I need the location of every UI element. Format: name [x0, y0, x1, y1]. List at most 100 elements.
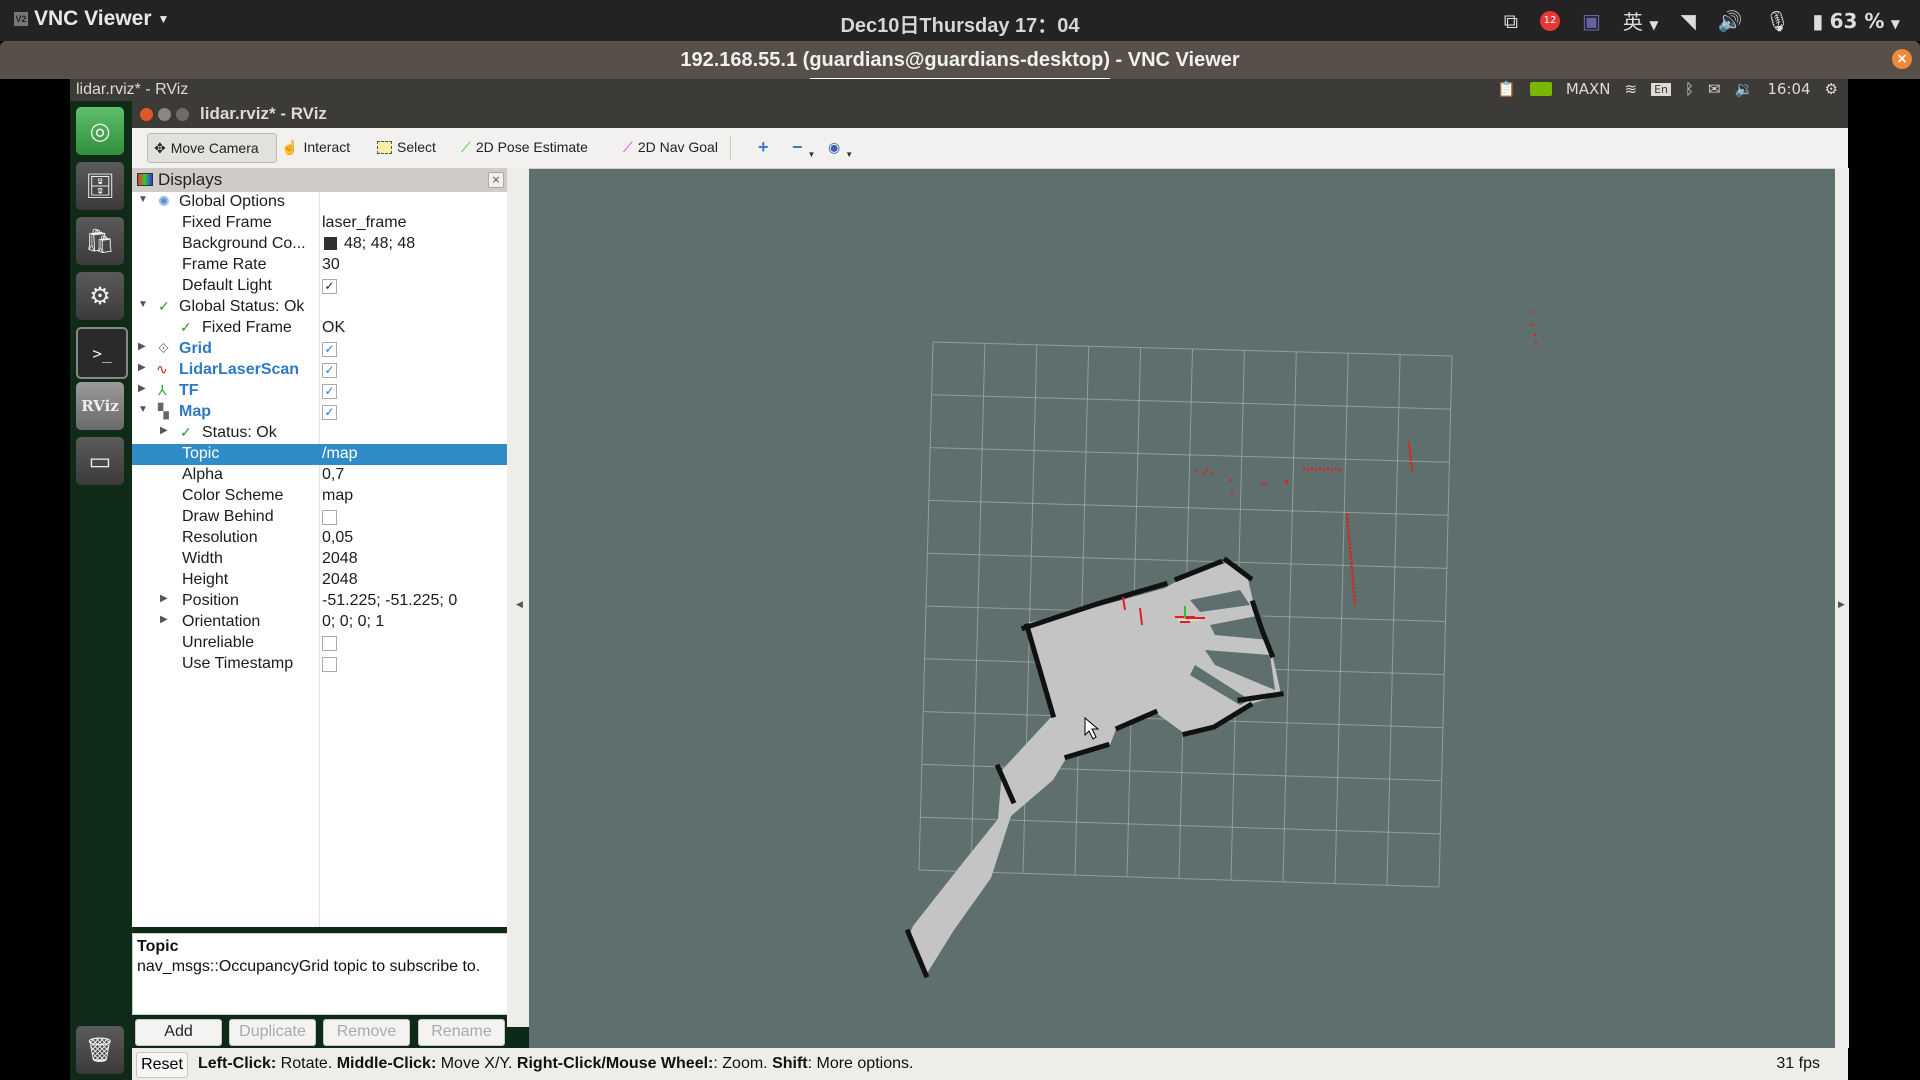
system-settings-icon[interactable]: ⚙	[76, 272, 124, 320]
tree-row-orientation[interactable]: ▶ Orientation 0; 0; 0; 1	[132, 612, 507, 633]
mic-muted-icon[interactable]: 🎙	[1765, 9, 1790, 33]
tree-row-unreliable[interactable]: Unreliable	[132, 633, 507, 654]
tree-row-width[interactable]: Width 2048	[132, 549, 507, 570]
tree-row-use-timestamp[interactable]: Use Timestamp	[132, 654, 507, 675]
software-center-icon[interactable]: 🛍	[76, 217, 124, 265]
rename-display-button[interactable]: Rename	[418, 1019, 505, 1046]
row-value[interactable]: /map	[322, 445, 358, 463]
expand-arrow-icon[interactable]: ▶	[160, 425, 168, 436]
tree-row-map[interactable]: ▼ ▚ Map ✓	[132, 402, 507, 423]
power-mode-label[interactable]: MAXN	[1566, 80, 1611, 98]
expand-arrow-icon[interactable]: ▶	[160, 593, 168, 604]
rviz-titlebar[interactable]: lidar.rviz* - RViz	[132, 101, 1848, 128]
tree-row-resolution[interactable]: Resolution 0,05	[132, 528, 507, 549]
close-icon[interactable]: ×	[1892, 49, 1912, 69]
grid-enabled-checkbox[interactable]: ✓	[322, 342, 337, 357]
expand-arrow-icon[interactable]: ▶	[138, 341, 146, 352]
row-value[interactable]: 0,7	[322, 466, 344, 484]
default-light-checkbox[interactable]: ✓	[322, 279, 337, 294]
tree-row-grid[interactable]: ▶ ⟐ Grid ✓	[132, 339, 507, 360]
window-maximize-button[interactable]	[176, 108, 189, 121]
tree-row-topic[interactable]: Topic /map	[132, 444, 507, 465]
rviz-icon[interactable]: RViz	[76, 382, 124, 430]
trash-icon[interactable]: 🗑	[76, 1026, 124, 1074]
expand-arrow-icon[interactable]: ▶	[160, 614, 168, 625]
collapse-left-icon[interactable]: ◀	[516, 600, 523, 610]
reset-button[interactable]: Reset	[136, 1052, 188, 1078]
move-camera-tool[interactable]: ✥ Move Camera	[147, 133, 277, 163]
teams-icon[interactable]: ▣	[1582, 9, 1601, 33]
panel-splitter[interactable]	[507, 168, 529, 1027]
tree-row-fixed-frame[interactable]: Fixed Frame laser_frame	[132, 213, 507, 234]
tree-row-color-scheme[interactable]: Color Scheme map	[132, 486, 507, 507]
window-minimize-button[interactable]	[158, 108, 171, 121]
tree-row-height[interactable]: Height 2048	[132, 570, 507, 591]
vnc-window-titlebar[interactable]: 192.168.55.1 (guardians@guardians-deskto…	[0, 41, 1920, 79]
tf-enabled-checkbox[interactable]: ✓	[322, 384, 337, 399]
window-close-button[interactable]	[140, 108, 153, 121]
draw-behind-checkbox[interactable]	[322, 510, 337, 525]
remove-tool-button[interactable]: − ▼	[786, 133, 821, 161]
color-swatch[interactable]	[324, 237, 337, 250]
tree-row-background-color[interactable]: Background Co... 48; 48; 48	[132, 234, 507, 255]
battery-indicator[interactable]: ▮ 63 % ▼	[1812, 9, 1900, 33]
nvidia-icon[interactable]	[1529, 82, 1552, 96]
render-view[interactable]	[529, 169, 1835, 1048]
tree-row-global-options[interactable]: ▼ ✺ Global Options	[132, 192, 507, 213]
row-value[interactable]: map	[322, 487, 353, 505]
scene-canvas[interactable]	[529, 169, 1835, 1048]
tree-row-lidar-laser-scan[interactable]: ▶ ∿ LidarLaserScan ✓	[132, 360, 507, 381]
keyboard-layout[interactable]: En	[1651, 82, 1672, 96]
screens-icon[interactable]: ⧉	[1504, 9, 1518, 33]
drive-icon[interactable]: ▭	[76, 437, 124, 485]
duplicate-display-button[interactable]: Duplicate	[229, 1019, 316, 1046]
files-icon[interactable]: 🗄	[76, 162, 124, 210]
interact-tool[interactable]: ☝ Interact	[275, 133, 356, 161]
remote-clock[interactable]: 16:04	[1767, 80, 1810, 98]
expand-right-icon[interactable]: ▶	[1838, 600, 1845, 610]
volume-icon[interactable]: 🔉	[1735, 80, 1754, 98]
close-icon[interactable]: ×	[488, 172, 504, 188]
add-tool-button[interactable]: +	[752, 133, 775, 161]
expand-arrow-icon[interactable]: ▶	[138, 383, 146, 394]
use-timestamp-checkbox[interactable]	[322, 657, 337, 672]
gear-icon[interactable]: ⚙	[1825, 80, 1838, 98]
tree-row-draw-behind[interactable]: Draw Behind	[132, 507, 507, 528]
tree-row-global-status[interactable]: ▼ ✓ Global Status: Ok	[132, 297, 507, 318]
tree-row-tf[interactable]: ▶ ⅄ TF ✓	[132, 381, 507, 402]
check-icon: ✓	[158, 298, 170, 314]
row-value[interactable]: 30	[322, 256, 340, 274]
tree-row-status-fixed-frame[interactable]: ✓ Fixed Frame OK	[132, 318, 507, 339]
expand-arrow-icon[interactable]: ▼	[138, 194, 148, 205]
ubuntu-dash-icon[interactable]: ◎	[76, 107, 124, 155]
wifi-icon[interactable]: ≋	[1625, 80, 1638, 98]
select-tool[interactable]: Select	[371, 133, 442, 161]
volume-icon[interactable]: 🔊	[1718, 9, 1743, 33]
remove-display-button[interactable]: Remove	[323, 1019, 410, 1046]
wifi-icon[interactable]: ◥	[1681, 9, 1696, 33]
row-value[interactable]: 48; 48; 48	[344, 235, 415, 253]
tree-row-position[interactable]: ▶ Position -51.225; -51.225; 0	[132, 591, 507, 612]
laser-scan-enabled-checkbox[interactable]: ✓	[322, 363, 337, 378]
panels-button[interactable]: ◉ ▼	[822, 133, 859, 161]
tree-row-default-light[interactable]: Default Light ✓	[132, 276, 507, 297]
notification-badge[interactable]: 12	[1540, 10, 1560, 31]
map-enabled-checkbox[interactable]: ✓	[322, 405, 337, 420]
expand-arrow-icon[interactable]: ▶	[138, 362, 146, 373]
tree-row-frame-rate[interactable]: Frame Rate 30	[132, 255, 507, 276]
unreliable-checkbox[interactable]	[322, 636, 337, 651]
bluetooth-icon[interactable]: ᛒ	[1685, 80, 1694, 98]
clipboard-icon[interactable]: 📋	[1497, 80, 1516, 98]
add-display-button[interactable]: Add	[135, 1019, 222, 1046]
expand-arrow-icon[interactable]: ▼	[138, 404, 148, 415]
pose-estimate-tool[interactable]: ⟋ 2D Pose Estimate	[455, 133, 594, 161]
mail-icon[interactable]: ✉	[1708, 80, 1721, 98]
expand-arrow-icon[interactable]: ▼	[138, 299, 148, 310]
tree-row-map-status[interactable]: ▶ ✓ Status: Ok	[132, 423, 507, 444]
terminal-icon[interactable]: >_	[76, 327, 128, 379]
input-method-indicator[interactable]: 英 ▼	[1623, 6, 1659, 35]
row-value[interactable]: laser_frame	[322, 214, 406, 232]
displays-panel-header: Displays ×	[132, 168, 507, 192]
nav-goal-tool[interactable]: ⟋ 2D Nav Goal	[617, 133, 724, 161]
tree-row-alpha[interactable]: Alpha 0,7	[132, 465, 507, 486]
